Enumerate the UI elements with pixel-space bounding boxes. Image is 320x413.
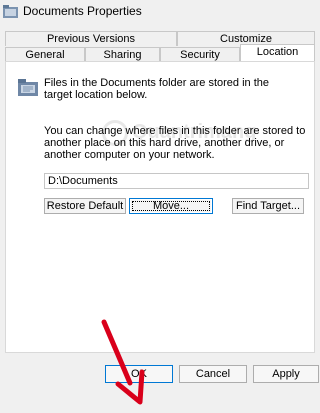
title-bar: Documents Properties: [0, 0, 320, 24]
ok-button[interactable]: OK: [105, 365, 173, 383]
tab-general[interactable]: General: [5, 47, 85, 62]
location-path-input[interactable]: D:\Documents: [44, 173, 309, 189]
tab-row-bottom: General Sharing Security Location: [0, 44, 320, 62]
find-target-button[interactable]: Find Target...: [232, 198, 304, 214]
cancel-button[interactable]: Cancel: [179, 365, 247, 383]
move-button[interactable]: Move...: [129, 198, 213, 214]
apply-button[interactable]: Apply: [253, 365, 319, 383]
tab-sharing[interactable]: Sharing: [85, 47, 160, 62]
tab-location[interactable]: Location: [240, 44, 315, 62]
location-info-text: You can change where files in this folde…: [44, 125, 306, 161]
location-panel: Files in the Documents folder are stored…: [5, 61, 315, 353]
tab-previous-versions[interactable]: Previous Versions: [5, 31, 177, 46]
folder-icon: [18, 79, 38, 96]
location-description: Files in the Documents folder are stored…: [44, 77, 270, 101]
tab-security[interactable]: Security: [160, 47, 240, 62]
folder-document-icon: [3, 5, 18, 18]
window-title: Documents Properties: [23, 4, 142, 18]
restore-default-button[interactable]: Restore Default: [44, 198, 126, 214]
